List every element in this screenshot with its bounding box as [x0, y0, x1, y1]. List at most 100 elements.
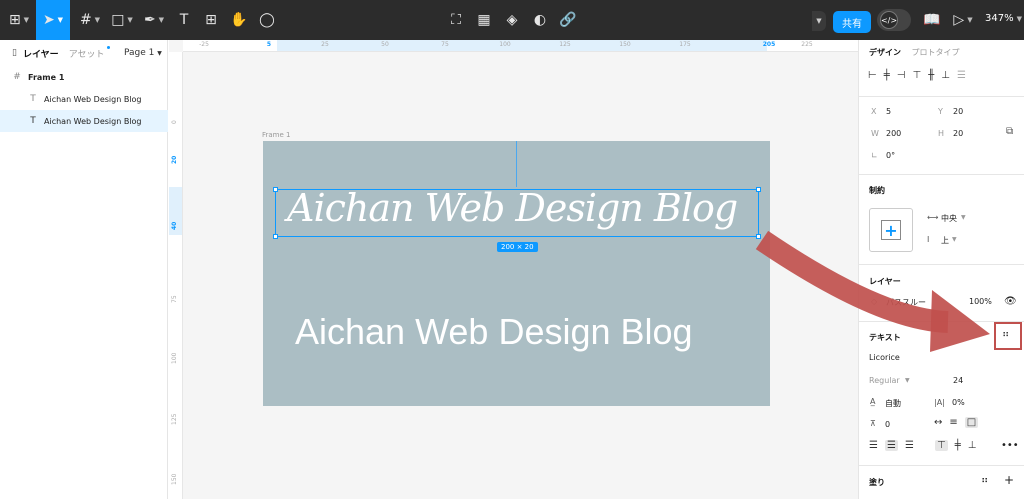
- blend-mode-icon: ◇: [871, 297, 878, 306]
- layer-row-frame[interactable]: # Frame 1: [0, 66, 168, 88]
- layer-label: Frame 1: [28, 72, 65, 82]
- style-grid-icon[interactable]: ⠶: [981, 475, 988, 486]
- align-left-icon[interactable]: ⊢: [868, 70, 877, 81]
- ruler-selection-range: [277, 40, 767, 51]
- link-icon: 🔗: [559, 12, 577, 28]
- resize-handle-bl[interactable]: [273, 234, 278, 239]
- fill-title: 塗り: [869, 478, 885, 487]
- auto-layout-button[interactable]: ▦: [474, 4, 494, 36]
- ruler-tick: 40: [171, 221, 178, 230]
- font-weight-select[interactable]: Regular: [869, 376, 900, 385]
- resources-button[interactable]: ⊞: [201, 4, 221, 36]
- y-input[interactable]: 20: [953, 107, 963, 116]
- hand-tool-button[interactable]: ✋: [229, 4, 249, 36]
- comment-tool-button[interactable]: ◯: [257, 4, 277, 36]
- tab-prototype[interactable]: プロトタイプ: [912, 48, 960, 57]
- constrain-proportions-icon[interactable]: ⧉: [1006, 126, 1013, 137]
- pen-icon: ✒: [143, 12, 156, 28]
- align-text-middle-icon[interactable]: ╪: [955, 440, 961, 451]
- zoom-value: 347%: [985, 13, 1014, 24]
- w-input[interactable]: 200: [886, 129, 901, 138]
- style-grid-icon[interactable]: ⠶: [1002, 329, 1009, 340]
- text-align-right-icon[interactable]: ☰: [905, 440, 914, 451]
- align-text-top-icon[interactable]: ⊤: [935, 440, 948, 451]
- auto-height-icon[interactable]: ≡: [949, 417, 957, 428]
- blend-mode-select[interactable]: パススルー: [886, 297, 926, 308]
- tab-design[interactable]: デザイン: [869, 48, 901, 57]
- right-panel-tabs: デザイン プロトタイプ: [869, 47, 960, 58]
- frame-label[interactable]: Frame 1: [262, 131, 291, 139]
- rectangle-icon: □: [111, 12, 125, 28]
- center-constraint-icon[interactable]: +: [882, 221, 900, 240]
- rotation-input[interactable]: 0°: [886, 151, 895, 160]
- text-align-left-icon[interactable]: ☰: [869, 440, 878, 451]
- eye-icon[interactable]: 👁: [1004, 296, 1017, 307]
- align-bottom-icon[interactable]: ⊥: [941, 70, 950, 81]
- resize-mode-row: ↔ ≡ □: [934, 417, 979, 428]
- canvas[interactable]: -25 5 25 50 75 100 125 150 175 205 225 0…: [169, 40, 858, 499]
- text-align-center-icon[interactable]: ☰: [884, 440, 898, 451]
- divider: [859, 96, 1024, 97]
- ruler-tick: 175: [679, 41, 691, 48]
- letter-spacing-input[interactable]: 0%: [952, 398, 965, 407]
- resize-handle-tl[interactable]: [273, 187, 278, 192]
- chevron-down-icon: ▼: [961, 214, 966, 221]
- align-top-icon[interactable]: ⊤: [912, 70, 921, 81]
- frame-selection-button[interactable]: ⛶: [446, 4, 466, 36]
- ruler-tick: 225: [801, 41, 813, 48]
- sidebar-toggle-icon[interactable]: ▯: [12, 48, 17, 58]
- contrast-icon: ◐: [533, 12, 547, 28]
- line-height-input[interactable]: 自動: [885, 398, 901, 409]
- create-component-button[interactable]: ◈: [502, 4, 522, 36]
- paragraph-spacing-input[interactable]: 0: [885, 420, 890, 429]
- ruler-tick: 75: [171, 295, 178, 303]
- fixed-size-icon[interactable]: □: [964, 417, 979, 428]
- layer-row-text[interactable]: T Aichan Web Design Blog: [0, 88, 168, 110]
- divider: [859, 264, 1024, 265]
- layers-panel: ▯ レイヤー アセット Page 1 ▼ # Frame 1 T Aichan …: [0, 40, 168, 499]
- dev-mode-toggle[interactable]: </>: [877, 9, 911, 31]
- sans-text-layer[interactable]: Aichan Web Design Blog: [295, 311, 693, 353]
- shape-tool-button[interactable]: □ ▼: [108, 4, 136, 36]
- tab-assets[interactable]: アセット: [69, 45, 110, 60]
- align-text-bottom-icon[interactable]: ⊥: [968, 440, 977, 451]
- layer-row-text-selected[interactable]: T Aichan Web Design Blog: [0, 110, 168, 132]
- resize-handle-tr[interactable]: [756, 187, 761, 192]
- pen-tool-button[interactable]: ✒ ▼: [140, 4, 168, 36]
- zoom-level[interactable]: 347% ▼: [985, 13, 1022, 24]
- font-family-select[interactable]: Licorice: [869, 353, 900, 362]
- ruler-tick: 20: [171, 155, 178, 164]
- present-button[interactable]: ▷ ▼: [952, 4, 974, 36]
- constraint-widget[interactable]: +: [869, 208, 913, 252]
- align-center-v-icon[interactable]: ╫: [928, 70, 934, 81]
- frame-1[interactable]: Aichan Web Design Blog 200 × 20 Aichan W…: [263, 141, 770, 406]
- more-options-icon[interactable]: •••: [1001, 440, 1019, 451]
- auto-width-icon[interactable]: ↔: [934, 417, 942, 428]
- align-center-h-icon[interactable]: ╪: [884, 70, 890, 81]
- x-input[interactable]: 5: [886, 107, 891, 116]
- frame-tool-button[interactable]: # ▼: [76, 4, 104, 36]
- opacity-input[interactable]: 100%: [969, 297, 992, 306]
- font-size-input[interactable]: 24: [953, 376, 963, 385]
- horizontal-constraint-select[interactable]: 中央: [941, 213, 957, 224]
- distribute-icon[interactable]: ☰: [957, 70, 966, 81]
- mask-button[interactable]: ◐: [530, 4, 550, 36]
- vertical-constraint-icon: I: [927, 235, 930, 244]
- text-tool-button[interactable]: T: [174, 4, 194, 36]
- vertical-constraint-select[interactable]: 上: [941, 235, 949, 246]
- align-right-icon[interactable]: ⊣: [897, 70, 906, 81]
- h-input[interactable]: 20: [953, 129, 963, 138]
- link-button[interactable]: 🔗: [558, 4, 578, 36]
- move-tool-button[interactable]: ➤ ▼: [36, 0, 70, 40]
- add-fill-icon[interactable]: +: [1004, 473, 1014, 487]
- page-selector[interactable]: Page 1 ▼: [124, 48, 162, 58]
- share-button[interactable]: 共有: [833, 11, 871, 33]
- tab-layers[interactable]: レイヤー: [23, 47, 59, 60]
- selection-box[interactable]: [273, 187, 761, 239]
- h-label: H: [938, 129, 945, 138]
- library-button[interactable]: 📖: [922, 4, 942, 36]
- main-menu-button[interactable]: ⊞ ▼: [6, 4, 32, 36]
- avatar-menu-chevron[interactable]: ▼: [812, 11, 826, 31]
- resize-handle-br[interactable]: [756, 234, 761, 239]
- chevron-down-icon: ▼: [967, 16, 973, 24]
